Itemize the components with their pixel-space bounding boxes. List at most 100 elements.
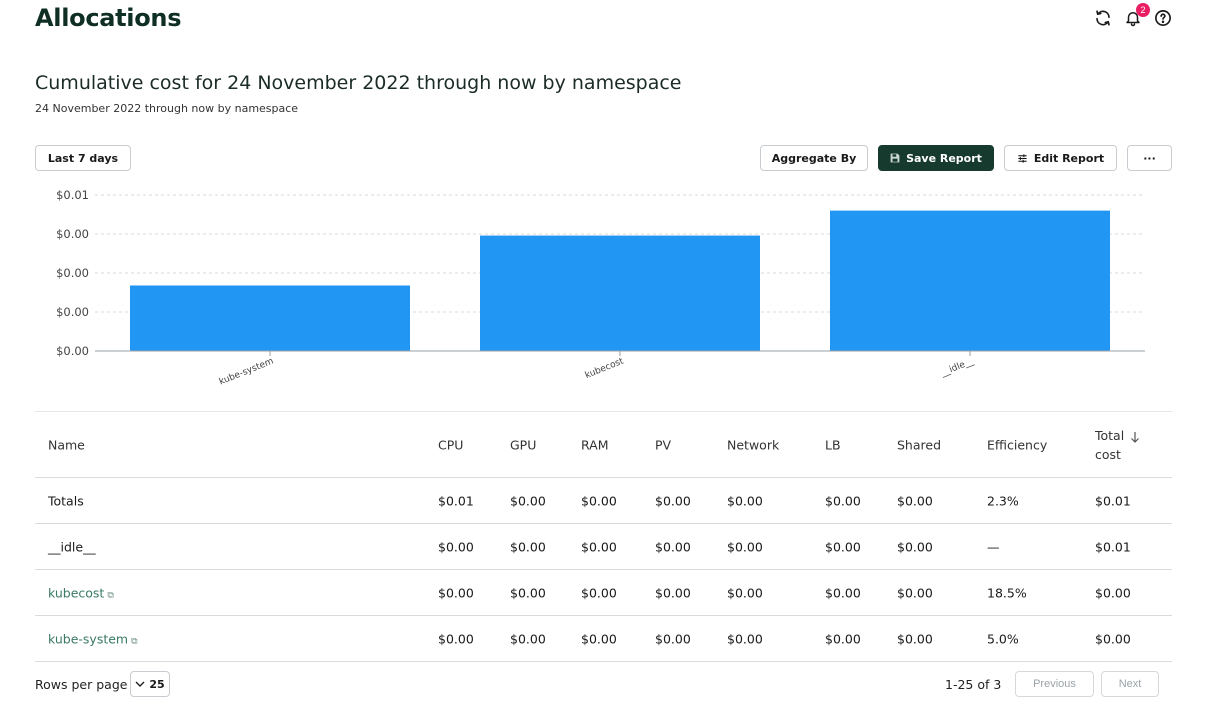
help-icon[interactable] (1154, 9, 1172, 27)
table-cell: $0.00 (581, 585, 617, 600)
chart-x-axis: kube-system kubecost __idle__ (218, 351, 976, 387)
notifications-button[interactable]: 2 (1124, 3, 1150, 27)
external-link-icon: ⧉ (107, 590, 114, 600)
save-report-button[interactable]: Save Report (878, 145, 994, 171)
chart-y-tick-label: $0.00 (56, 344, 89, 358)
chart-y-axis: $0.00 $0.00 $0.00 $0.00 $0.01 (56, 188, 89, 358)
chart-y-tick-label: $0.00 (56, 227, 89, 241)
table-body: Totals $0.01 $0.00 $0.00 $0.00 $0.00 $0.00 $0.0… (35, 478, 1172, 662)
table-cell: $0.01 (1095, 539, 1131, 554)
table-row: Totals $0.01 $0.00 $0.00 $0.00 $0.00 $0.00 $0.0… (35, 478, 1172, 524)
rows-per-page-value: 25 (149, 677, 165, 691)
chart-bars (130, 210, 1110, 351)
table-cell: $0.00 (510, 539, 546, 554)
column-header-pv[interactable]: PV (655, 437, 671, 452)
column-header-gpu[interactable]: GPU (510, 437, 536, 452)
column-header-cpu[interactable]: CPU (438, 437, 463, 452)
table-cell: — (987, 539, 1000, 554)
chart-bar-kubecost[interactable] (480, 235, 760, 351)
column-header-total-cost[interactable]: Total cost (1095, 426, 1133, 464)
aggregate-by-button[interactable]: Aggregate By (760, 145, 868, 171)
table-cell: $0.00 (655, 493, 691, 508)
table-cell: $0.00 (438, 631, 474, 646)
edit-report-button[interactable]: Edit Report (1004, 145, 1117, 171)
table-cell: $0.00 (825, 585, 861, 600)
table-cell: 2.3% (987, 493, 1019, 508)
column-header-name[interactable]: Name (48, 437, 85, 452)
save-report-label: Save Report (906, 151, 982, 165)
chart-y-tick-label: $0.00 (56, 266, 89, 280)
chart-x-tick-label: kube-system (218, 357, 275, 388)
table-cell: $0.00 (727, 493, 763, 508)
row-name-text: Totals (48, 493, 84, 508)
table-cell: $0.00 (510, 585, 546, 600)
table-row: kube-system ⧉ $0.00 $0.00 $0.00 $0.00 $0.00 $0.… (35, 616, 1172, 662)
table-cell: $0.00 (581, 493, 617, 508)
table-cell: $0.00 (897, 585, 933, 600)
table-cell: 5.0% (987, 631, 1019, 646)
report-title: Cumulative cost for 24 November 2022 thr… (35, 72, 682, 94)
table-cell: $0.00 (1095, 631, 1131, 646)
chart-y-tick-label: $0.00 (56, 305, 89, 319)
table-row: __idle__ $0.00 $0.00 $0.00 $0.00 $0.00 $0.00 $0… (35, 524, 1172, 570)
table-cell: $0.00 (825, 631, 861, 646)
row-name-text: kube-system (48, 631, 129, 646)
column-header-shared[interactable]: Shared (897, 437, 941, 452)
table-cell: $0.00 (825, 493, 861, 508)
chevron-down-icon (135, 681, 145, 687)
table-cell: $0.01 (438, 493, 474, 508)
table-cell: $0.00 (438, 585, 474, 600)
table-cell: $0.00 (727, 585, 763, 600)
table-cell: $0.00 (825, 539, 861, 554)
rows-per-page-select[interactable]: 25 (130, 671, 170, 697)
column-header-lb[interactable]: LB (825, 437, 841, 452)
table-cell: $0.01 (1095, 493, 1131, 508)
table-cell: $0.00 (727, 539, 763, 554)
table-cell: $0.00 (897, 539, 933, 554)
table-cell: $0.00 (655, 631, 691, 646)
refresh-icon[interactable] (1094, 9, 1112, 27)
column-header-network[interactable]: Network (727, 437, 779, 452)
column-header-ram[interactable]: RAM (581, 437, 609, 452)
rows-per-page-label: Rows per page (35, 677, 128, 692)
table-cell: $0.00 (655, 585, 691, 600)
table-cell: $0.00 (897, 631, 933, 646)
table-cell: $0.00 (727, 631, 763, 646)
chart-x-tick-label: __idle__ (939, 356, 976, 379)
sliders-icon (1018, 153, 1027, 163)
chart-bar-kube-system[interactable] (130, 285, 410, 351)
namespace-link[interactable]: kubecost ⧉ (48, 585, 114, 600)
chart-x-tick-label: kubecost (584, 356, 626, 381)
save-icon (890, 153, 900, 163)
next-page-button[interactable]: Next (1101, 671, 1159, 697)
column-header-efficiency[interactable]: Efficiency (987, 437, 1047, 452)
pagination-range: 1-25 of 3 (945, 677, 1002, 692)
more-options-button[interactable]: ··· (1127, 145, 1172, 171)
notification-badge: 2 (1136, 3, 1150, 17)
report-subtitle: 24 November 2022 through now by namespac… (35, 102, 299, 115)
table-cell: $0.00 (1095, 585, 1131, 600)
table-row: kubecost ⧉ $0.00 $0.00 $0.00 $0.00 $0.00 $0.00 $… (35, 570, 1172, 616)
table-cell: $0.00 (897, 493, 933, 508)
table-cell: $0.00 (581, 539, 617, 554)
row-name-text: kubecost (48, 585, 105, 600)
page-title: Allocations (35, 4, 182, 32)
edit-report-label: Edit Report (1033, 151, 1105, 165)
table-cell: $0.00 (510, 631, 546, 646)
header-actions: 2 (1094, 3, 1172, 27)
external-link-icon: ⧉ (131, 636, 138, 646)
arrow-down-icon[interactable] (1130, 431, 1140, 443)
date-range-button[interactable]: Last 7 days (35, 145, 131, 171)
table-header-row: Name CPU GPU RAM PV Network LB Shared Ef… (35, 412, 1172, 478)
row-name: Totals (48, 493, 84, 508)
table-cell: 18.5% (987, 585, 1027, 600)
previous-page-button[interactable]: Previous (1015, 671, 1094, 697)
table-cell: $0.00 (655, 539, 691, 554)
namespace-link[interactable]: kube-system ⧉ (48, 631, 138, 646)
chart-bar-idle[interactable] (830, 210, 1110, 351)
row-name: __idle__ (48, 539, 96, 554)
chart-y-tick-label: $0.01 (56, 188, 89, 202)
cost-bar-chart: $0.00$0.00$0.00$0.00$0.01 kube-system kub… (56, 188, 1145, 387)
row-name-text: __idle__ (48, 539, 96, 554)
allocations-table: Name CPU GPU RAM PV Network LB Shared Ef… (35, 411, 1172, 662)
